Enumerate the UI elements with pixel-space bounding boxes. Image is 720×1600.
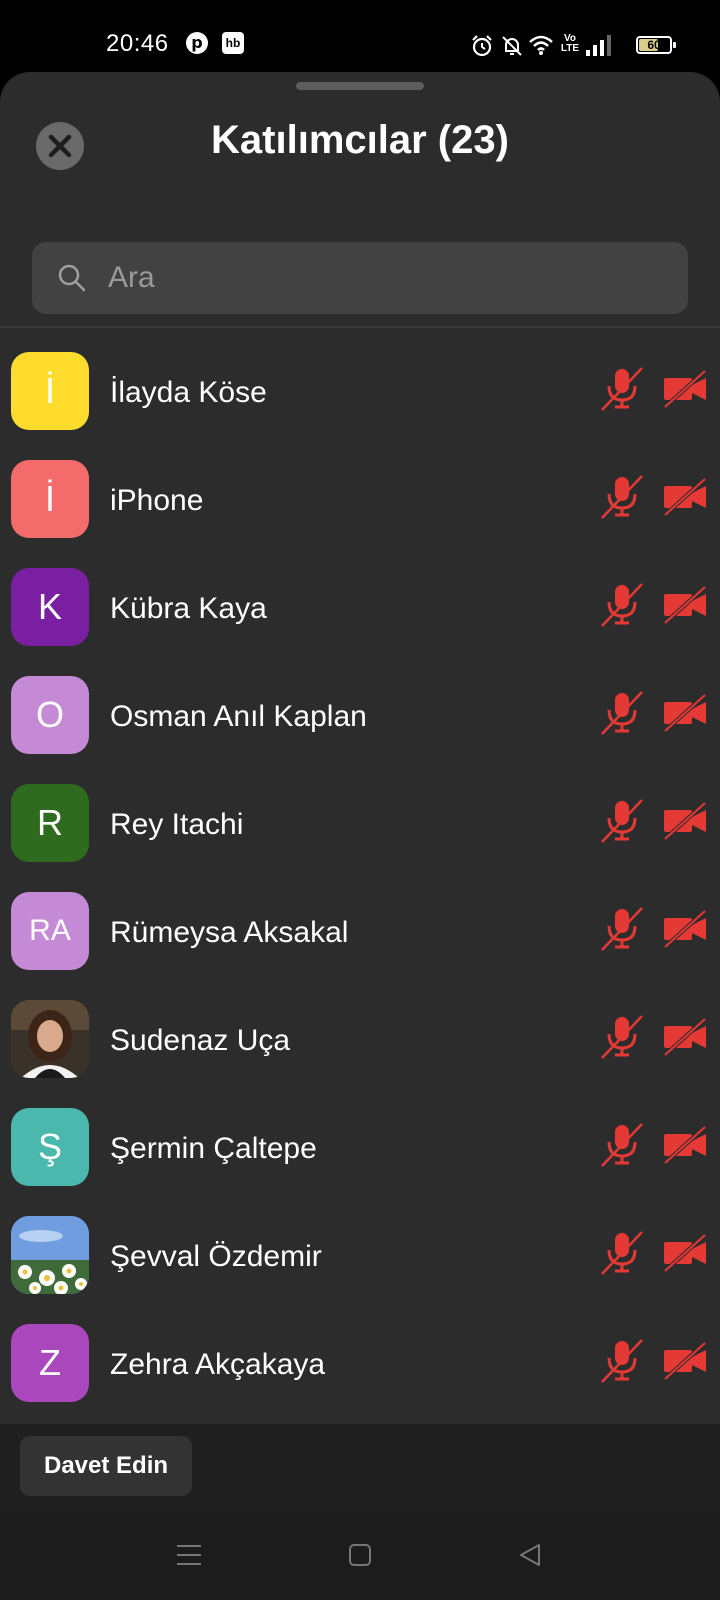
avatar: R	[11, 784, 89, 862]
signal-icon	[586, 35, 611, 56]
volte-icon: Vo LTE	[560, 33, 580, 54]
search-input[interactable]	[108, 242, 668, 314]
camera-off-icon[interactable]	[662, 1016, 708, 1061]
participant-row[interactable]: İ İlayda Köse	[0, 348, 720, 456]
participant-name: Rümeysa Aksakal	[110, 916, 349, 949]
avatar-initials: R	[37, 802, 63, 843]
avatar	[11, 1000, 89, 1078]
camera-off-icon[interactable]	[662, 1340, 708, 1385]
mic-off-icon[interactable]	[598, 1336, 646, 1389]
avatar-initials: Ş	[37, 1126, 62, 1167]
home-icon[interactable]	[348, 1542, 372, 1568]
participant-row[interactable]: Sudenaz Uça	[0, 996, 720, 1104]
avatar-initials: K	[37, 586, 62, 627]
mic-off-icon[interactable]	[598, 364, 646, 417]
avatar: O	[11, 676, 89, 754]
alarm-icon	[472, 35, 492, 57]
avatar-initials: Z	[39, 1342, 61, 1383]
search-icon	[58, 264, 86, 292]
participant-row[interactable]: RA Rümeysa Aksakal	[0, 888, 720, 996]
hb-icon: hb	[222, 32, 244, 54]
participant-row[interactable]: R Rey Itachi	[0, 780, 720, 888]
participant-name: İlayda Köse	[110, 376, 267, 409]
participant-name: Kübra Kaya	[110, 592, 267, 625]
participant-name: Şevval Özdemir	[110, 1240, 322, 1273]
menu-icon[interactable]	[176, 1542, 202, 1568]
camera-off-icon[interactable]	[662, 368, 708, 413]
participants-sheet: Katılımcılar (23) İ İlayda Köse İiPhone K…	[0, 72, 720, 1512]
participant-name: Osman Anıl Kaplan	[110, 700, 367, 733]
divider	[0, 326, 720, 328]
avatar: Ş	[11, 1108, 89, 1186]
avatar-initials: RA	[29, 914, 71, 947]
mic-off-icon[interactable]	[598, 904, 646, 957]
status-bar: 20:46 p hb Vo LTE 60	[0, 0, 720, 72]
camera-off-icon[interactable]	[662, 800, 708, 845]
camera-off-icon[interactable]	[662, 908, 708, 953]
avatar-initials: İ	[44, 370, 55, 411]
participant-row[interactable]: O Osman Anıl Kaplan	[0, 672, 720, 780]
avatar-initials: O	[35, 694, 64, 735]
mic-off-icon[interactable]	[598, 472, 646, 525]
participant-row[interactable]: Şevval Özdemir	[0, 1212, 720, 1320]
wifi-icon	[529, 35, 553, 55]
camera-off-icon[interactable]	[662, 692, 708, 737]
mic-off-icon[interactable]	[598, 796, 646, 849]
participant-name: Rey Itachi	[110, 808, 244, 841]
battery-icon: 60	[636, 36, 676, 54]
participant-row[interactable]: İiPhone	[0, 456, 720, 564]
participant-name: Zehra Akçakaya	[110, 1348, 326, 1381]
camera-off-icon[interactable]	[662, 476, 708, 521]
page-title: Katılımcılar (23)	[211, 118, 509, 162]
avatar: RA	[11, 892, 89, 970]
mic-off-icon[interactable]	[598, 688, 646, 741]
camera-off-icon[interactable]	[662, 1124, 708, 1169]
participant-name: Şermin Çaltepe	[110, 1132, 317, 1165]
mic-off-icon[interactable]	[598, 1228, 646, 1281]
mic-off-icon[interactable]	[598, 1012, 646, 1065]
participant-row[interactable]: Ş Şermin Çaltepe	[0, 1104, 720, 1212]
pinterest-icon: p	[186, 32, 208, 54]
bell-off-icon	[502, 36, 522, 56]
search-bar[interactable]	[32, 242, 688, 314]
avatar-initials: İ	[44, 478, 55, 519]
participant-row[interactable]: Z Zehra Akçakaya	[0, 1320, 720, 1428]
participant-list: İ İlayda Köse İiPhone K Kübra Kaya O Osman …	[0, 348, 720, 1428]
participant-name: iPhone	[110, 484, 204, 517]
status-time: 20:46	[106, 30, 169, 57]
mic-off-icon[interactable]	[598, 580, 646, 633]
invite-button[interactable]: Davet Edin	[20, 1436, 192, 1496]
mic-off-icon[interactable]	[598, 1120, 646, 1173]
avatar: İ	[11, 352, 89, 430]
participant-name: Sudenaz Uça	[110, 1024, 291, 1057]
avatar	[11, 1216, 89, 1294]
battery-level: 60	[647, 38, 661, 52]
avatar: İ	[11, 460, 89, 538]
avatar: Z	[11, 1324, 89, 1402]
back-icon[interactable]	[518, 1542, 542, 1568]
camera-off-icon[interactable]	[662, 584, 708, 629]
avatar: K	[11, 568, 89, 646]
system-nav-bar	[0, 1512, 720, 1600]
footer-bar: Davet Edin	[0, 1424, 720, 1512]
participant-row[interactable]: K Kübra Kaya	[0, 564, 720, 672]
drag-handle[interactable]	[296, 82, 424, 90]
camera-off-icon[interactable]	[662, 1232, 708, 1277]
